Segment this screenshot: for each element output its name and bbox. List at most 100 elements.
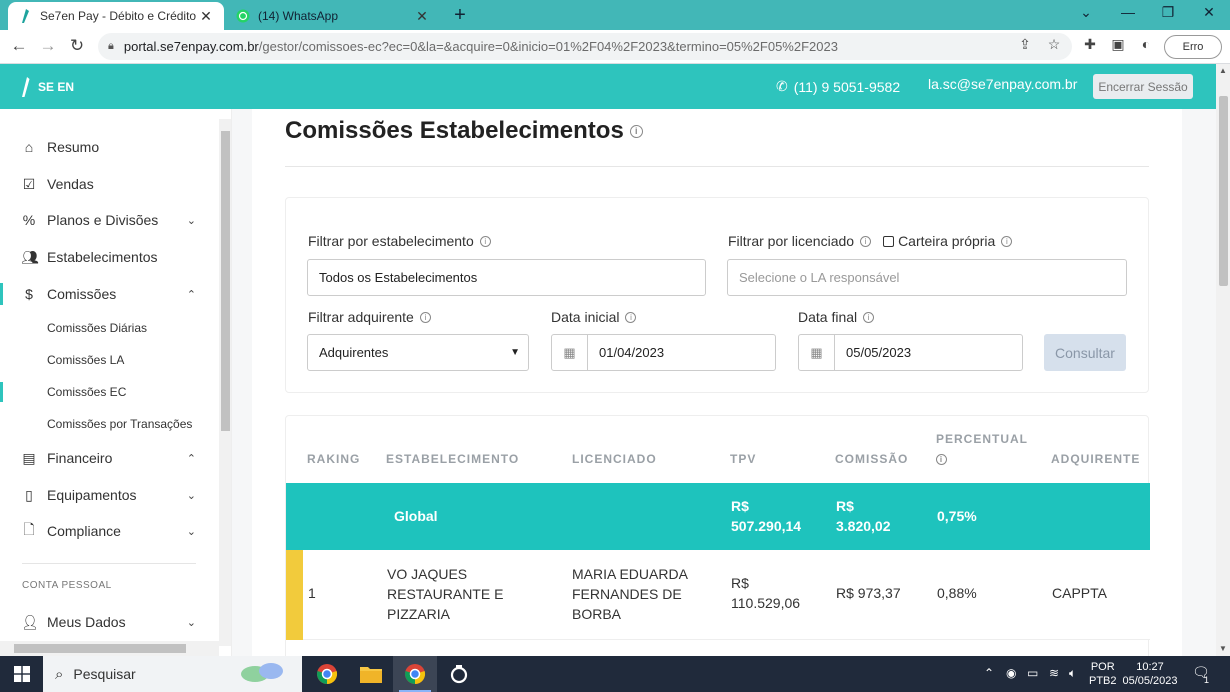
minimize-icon[interactable]: — (1118, 4, 1138, 20)
browser-toolbar: ← → ↻ 🔒︎ portal.se7enpay.com.br/gestor/c… (0, 30, 1230, 64)
sidebar-hscroll-thumb[interactable] (14, 644, 186, 653)
sidebar-subitem-comissoes-diarias[interactable]: Comissões Diárias (47, 321, 147, 335)
column-header-rank[interactable]: RAKING (307, 450, 360, 469)
column-header-commission[interactable]: COMISSÃO (835, 450, 908, 469)
wifi-icon[interactable]: ≋ (1049, 666, 1059, 680)
sidebar-item-label: Planos e Divisões (47, 212, 159, 228)
column-header-licensee[interactable]: LICENCIADO (572, 450, 657, 469)
column-header-percent[interactable]: PERCENTUAL i (936, 430, 1028, 468)
info-icon[interactable]: i (629, 124, 643, 138)
info-icon[interactable]: i (419, 311, 431, 323)
licensee-filter-label-text: Filtrar por licenciado (728, 233, 855, 249)
sidebar-horizontal-scrollbar[interactable] (0, 641, 219, 656)
global-commission-currency: R$ (836, 498, 854, 514)
scroll-down-icon[interactable]: ▼ (1219, 644, 1227, 653)
windows-start-button[interactable] (0, 656, 43, 692)
app-header: SE EN ✆ (11) 9 5051-9582 la.sc@se7enpay.… (0, 64, 1216, 109)
acquirer-filter-label: Filtrar adquirente i (308, 309, 431, 325)
clock[interactable]: 10:27 05/05/2023 (1122, 660, 1178, 688)
sidebar-item-comissoes[interactable]: $ Comissões ⌃ (0, 279, 218, 309)
tab-se7en-pay[interactable]: Se7en Pay - Débito e Crédito ✕ (8, 2, 224, 30)
volume-icon[interactable]: 🔈︎ (1069, 666, 1076, 681)
info-icon[interactable]: i (936, 454, 947, 465)
sidebar-subitem-comissoes-transacoes[interactable]: Comissões por Transações (47, 417, 192, 431)
close-window-icon[interactable]: ✕ (1199, 4, 1219, 21)
licensee-select[interactable]: Selecione o LA responsável (727, 259, 1127, 296)
address-bar[interactable]: 🔒︎ portal.se7enpay.com.br/gestor/comisso… (98, 33, 1072, 60)
side-panel-icon[interactable]: ▣ (1109, 36, 1127, 53)
taskbar-chrome-icon[interactable] (305, 656, 349, 692)
sidebar-item-meus-dados[interactable]: 👤︎ Meus Dados ⌄ (0, 607, 218, 637)
sidebar-item-estabelecimentos[interactable]: 👥︎ Estabelecimentos (0, 242, 218, 272)
profile-avatar-icon[interactable]: ◐ (1137, 36, 1155, 52)
end-date-input[interactable]: ▦ 05/05/2023 (798, 334, 1023, 371)
support-phone[interactable]: ✆ (11) 9 5051-9582 (776, 78, 900, 95)
forward-arrow-icon[interactable]: → (37, 36, 59, 56)
sidebar-item-equipamentos[interactable]: ▯ Equipamentos ⌄ (0, 480, 218, 510)
scroll-up-icon[interactable]: ▲ (1219, 66, 1227, 75)
extensions-puzzle-icon[interactable]: ✚ (1081, 36, 1099, 53)
column-header-percent-text: PERCENTUAL (936, 432, 1029, 446)
input-language[interactable]: POR PTB2 (1089, 660, 1117, 688)
tray-meet-icon[interactable]: ◉ (1006, 666, 1016, 680)
table-row[interactable]: 1 VO JAQUES RESTAURANTE E PIZZARIA MARIA… (286, 550, 1150, 640)
user-icon: 👤︎ (21, 613, 39, 630)
column-header-tpv[interactable]: TPV (730, 450, 756, 469)
sidebar-item-vendas[interactable]: ☑ Vendas (0, 169, 218, 199)
battery-icon[interactable]: ▭ (1027, 666, 1038, 680)
info-icon[interactable]: i (863, 311, 875, 323)
taskbar-search[interactable]: ⌕ Pesquisar (43, 656, 302, 692)
sidebar-item-planos[interactable]: % Planos e Divisões ⌄ (0, 205, 218, 235)
own-portfolio-checkbox[interactable] (883, 235, 895, 247)
sidebar-item-label: Equipamentos (47, 487, 137, 503)
sidebar-item-resumo[interactable]: ⌂ Resumo (0, 132, 218, 162)
sidebar-scroll-thumb[interactable] (221, 131, 230, 431)
start-date-input[interactable]: ▦ 01/04/2023 (551, 334, 776, 371)
page-scrollbar[interactable]: ▲ ▼ (1216, 64, 1230, 656)
consult-button[interactable]: Consultar (1044, 334, 1126, 371)
sidebar-scrollbar[interactable] (219, 119, 231, 646)
maximize-icon[interactable]: ❐ (1158, 4, 1178, 21)
establishment-select[interactable]: Todos os Estabelecimentos (307, 259, 706, 296)
new-tab-icon[interactable]: + (450, 4, 470, 27)
phone-icon: ✆ (776, 78, 788, 94)
tray-chevron-up-icon[interactable]: ⌃ (984, 666, 994, 680)
tab-whatsapp[interactable]: (14) WhatsApp ✕ (226, 2, 440, 30)
sidebar-subitem-comissoes-la[interactable]: Comissões LA (47, 353, 124, 367)
chevron-down-icon: ⌄ (186, 616, 196, 629)
brand-logo[interactable]: SE EN (20, 77, 74, 97)
se7en-favicon-icon (18, 9, 32, 23)
back-arrow-icon[interactable]: ← (8, 36, 30, 56)
taskbar-app-ring-icon[interactable] (437, 656, 481, 692)
sidebar-item-label: Resumo (47, 139, 100, 155)
percent-icon: % (22, 212, 36, 228)
share-icon[interactable]: ⇪ (1016, 36, 1034, 53)
sidebar-item-financeiro[interactable]: ▤ Financeiro ⌃ (0, 443, 218, 473)
close-tab-icon[interactable]: ✕ (198, 8, 214, 25)
info-icon[interactable]: i (625, 311, 637, 323)
close-tab-icon[interactable]: ✕ (414, 8, 430, 25)
bookmark-star-icon[interactable]: ☆ (1045, 36, 1063, 53)
sidebar-subitem-comissoes-ec[interactable]: Comissões EC (0, 382, 126, 402)
tab-search-chevron-icon[interactable]: ⌄ (1076, 4, 1096, 21)
info-icon[interactable]: i (860, 235, 872, 247)
file-icon: 🗋︎ (23, 521, 35, 537)
windows-logo-icon (13, 666, 30, 682)
page-scroll-thumb[interactable] (1219, 96, 1228, 286)
info-icon[interactable]: i (1001, 235, 1013, 247)
logout-button[interactable]: Encerrar Sessão (1093, 74, 1193, 99)
acquirer-select[interactable]: Adquirentes ▼ (307, 334, 529, 371)
sidebar-item-compliance[interactable]: 🗋︎ Compliance ⌄ (0, 516, 218, 546)
chevron-up-icon: ⌃ (186, 452, 196, 465)
reload-icon[interactable]: ↻ (66, 36, 88, 56)
establishment-select-value: Todos os Estabelecimentos (319, 270, 478, 285)
info-icon[interactable]: i (479, 235, 491, 247)
browser-tab-strip: Se7en Pay - Débito e Crédito ✕ (14) What… (0, 0, 1230, 30)
column-header-establishment[interactable]: ESTABELECIMENTO (386, 450, 519, 469)
column-header-acquirer[interactable]: ADQUIRENTE (1051, 450, 1140, 469)
rank-gold-marker (286, 550, 303, 640)
global-commission-value: 3.820,02 (836, 518, 891, 534)
taskbar-file-explorer-icon[interactable] (349, 656, 393, 692)
profile-error-pill[interactable]: Erro (1164, 35, 1222, 59)
taskbar-chrome-active-icon[interactable] (393, 656, 437, 692)
